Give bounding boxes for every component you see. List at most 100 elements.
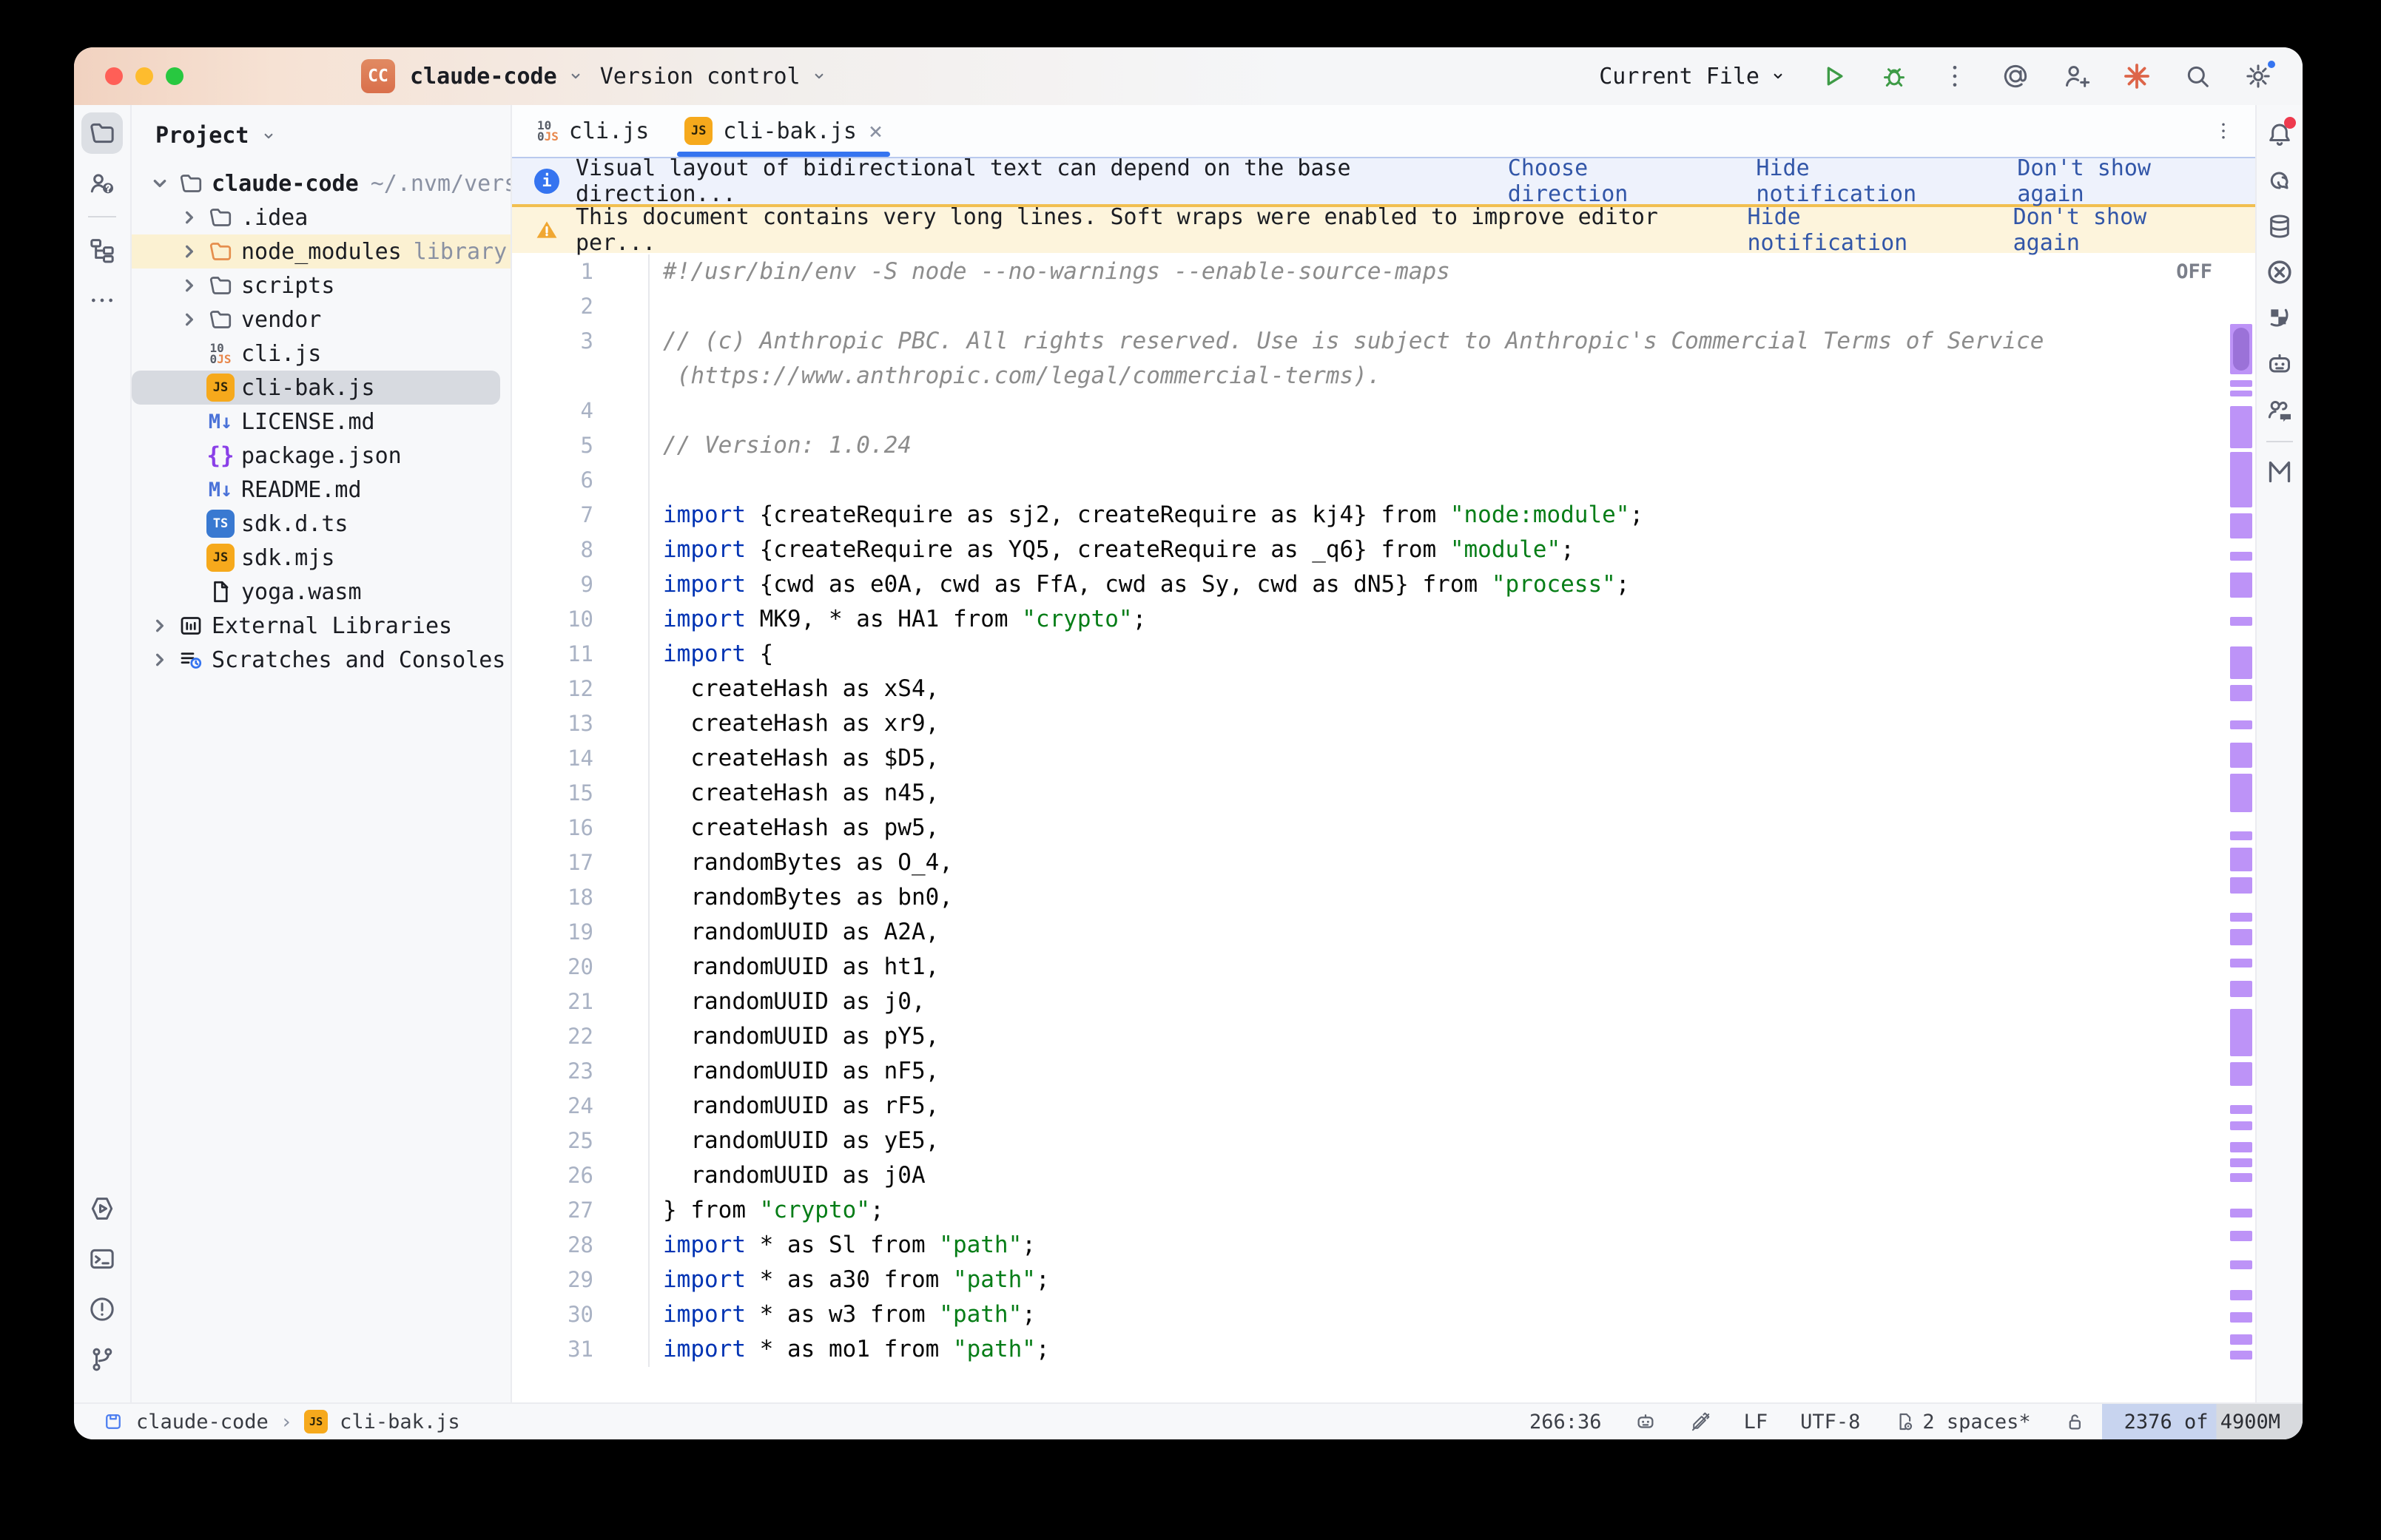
highlighting-level[interactable] — [1673, 1404, 1728, 1439]
memory-indicator[interactable]: 2376 of 4900M — [2102, 1404, 2303, 1439]
tree-item-readme-md[interactable]: M↓README.md — [132, 473, 511, 507]
code-line[interactable]: 6 — [512, 463, 2255, 498]
code-line[interactable]: 9import {cwd as e0A, cwd as FfA, cwd as … — [512, 567, 2255, 602]
banner-link-hide-notification[interactable]: Hide notification — [1747, 204, 1970, 256]
more-tools-button[interactable] — [81, 280, 123, 321]
code-line[interactable]: 5// Version: 1.0.24 — [512, 428, 2255, 463]
search-everywhere[interactable] — [2183, 61, 2212, 91]
code-line[interactable]: 29import * as a30 from "path"; — [512, 1263, 2255, 1297]
code-line[interactable]: 16 createHash as pw5, — [512, 811, 2255, 845]
ai-assistant-button[interactable] — [2260, 161, 2299, 200]
code-line[interactable]: 31import * as mo1 from "path"; — [512, 1332, 2255, 1367]
tab-list-menu[interactable] — [2212, 120, 2234, 142]
run-button[interactable] — [1819, 61, 1848, 91]
code-line[interactable]: 13 createHash as xr9, — [512, 706, 2255, 741]
chevron-right-icon[interactable] — [175, 305, 204, 334]
plugin-burst[interactable] — [2122, 61, 2152, 91]
settings[interactable] — [2243, 61, 2273, 91]
delta-plugin-button[interactable] — [2260, 299, 2299, 337]
mentions[interactable] — [2001, 61, 2030, 91]
indent-config[interactable]: 2 spaces* — [1876, 1404, 2047, 1439]
code-line[interactable]: 22 randomUUID as pY5, — [512, 1019, 2255, 1054]
code-line[interactable]: 21 randomUUID as j0, — [512, 985, 2255, 1019]
code-line[interactable]: 18 randomBytes as bn0, — [512, 880, 2255, 915]
database-button[interactable] — [2260, 207, 2299, 246]
caret-position[interactable]: 266:36 — [1513, 1404, 1618, 1439]
chevron-right-icon[interactable] — [145, 611, 175, 641]
copilot-status[interactable] — [1618, 1404, 1673, 1439]
code-line[interactable]: 7import {createRequire as sj2, createReq… — [512, 498, 2255, 533]
code-line[interactable]: 25 randomUUID as yE5, — [512, 1124, 2255, 1158]
code-line[interactable]: 1#!/usr/bin/env -S node --no-warnings --… — [512, 254, 2255, 289]
terminal-tool-button[interactable] — [81, 1238, 123, 1280]
code-line[interactable]: 11import { — [512, 637, 2255, 672]
chevron-right-icon[interactable] — [175, 271, 204, 300]
chevron-down-icon[interactable] — [145, 169, 175, 198]
code-line[interactable]: 23 randomUUID as nF5, — [512, 1054, 2255, 1089]
tree-item--idea[interactable]: .idea — [132, 200, 511, 234]
scrollbar-marks[interactable] — [2230, 287, 2252, 1402]
tree-item-yoga-wasm[interactable]: yoga.wasm — [132, 575, 511, 609]
debug-button[interactable] — [1879, 61, 1909, 91]
banner-link-hide-notification[interactable]: Hide notification — [1756, 155, 1974, 207]
x-plugin-button[interactable] — [2260, 253, 2299, 291]
code-with-me-button[interactable] — [2260, 391, 2299, 429]
run-tool-button[interactable] — [81, 1188, 123, 1229]
tree-item-scratches-and-consoles[interactable]: Scratches and Consoles — [132, 643, 511, 677]
code-line[interactable]: 12 createHash as xS4, — [512, 672, 2255, 706]
run-configuration-selector[interactable]: Current File — [1599, 64, 1788, 90]
project-panel-header[interactable]: Project — [132, 114, 511, 158]
code-line[interactable]: 4 — [512, 394, 2255, 428]
code-line[interactable]: (https://www.anthropic.com/legal/commerc… — [512, 359, 2255, 394]
code-line[interactable]: 2 — [512, 289, 2255, 324]
tree-item-claude-code[interactable]: claude-code~/.nvm/vers — [132, 166, 511, 200]
breadcrumb-file[interactable]: cli-bak.js — [340, 1411, 460, 1433]
copilot-button[interactable] — [2260, 345, 2299, 383]
banner-link-don-t-show-again[interactable]: Don't show again — [2013, 204, 2223, 256]
structure-tool-button[interactable] — [81, 229, 123, 271]
code-line[interactable]: 17 randomBytes as O_4, — [512, 845, 2255, 880]
tree-item-package-json[interactable]: {}package.json — [132, 439, 511, 473]
project-tool-button[interactable] — [81, 112, 123, 154]
code-line[interactable]: 19 randomUUID as A2A, — [512, 915, 2255, 950]
tree-item-cli-js[interactable]: 100JScli.js — [132, 337, 511, 371]
tab-cli-bak-js[interactable]: JScli-bak.js× — [667, 105, 900, 157]
tree-item-node-modules[interactable]: node_moduleslibrary — [132, 234, 511, 269]
file-encoding[interactable]: UTF-8 — [1784, 1404, 1876, 1439]
minimize-window-button[interactable] — [135, 67, 153, 85]
more-actions[interactable] — [1940, 61, 1970, 91]
tree-item-vendor[interactable]: vendor — [132, 303, 511, 337]
close-tab-icon[interactable]: × — [869, 117, 883, 145]
code-line[interactable]: 10import MK9, * as HA1 from "crypto"; — [512, 602, 2255, 637]
code-line[interactable]: 24 randomUUID as rF5, — [512, 1089, 2255, 1124]
banner-link-don-t-show-again[interactable]: Don't show again — [2017, 155, 2223, 207]
maven-button[interactable] — [2260, 453, 2299, 491]
code-line[interactable]: 20 randomUUID as ht1, — [512, 950, 2255, 985]
tree-item-license-md[interactable]: M↓LICENSE.md — [132, 405, 511, 439]
tree-item-cli-bak-js[interactable]: JScli-bak.js — [132, 371, 500, 405]
tree-item-sdk-mjs[interactable]: JSsdk.mjs — [132, 541, 511, 575]
close-window-button[interactable] — [105, 67, 123, 85]
notifications-button[interactable] — [2260, 115, 2299, 154]
code-area[interactable]: 1#!/usr/bin/env -S node --no-warnings --… — [512, 253, 2255, 1402]
add-user[interactable] — [2061, 61, 2091, 91]
breadcrumb-project[interactable]: claude-code — [136, 1411, 269, 1433]
code-line[interactable]: 3// (c) Anthropic PBC. All rights reserv… — [512, 324, 2255, 359]
tree-item-external-libraries[interactable]: External Libraries — [132, 609, 511, 643]
code-line[interactable]: 30import * as w3 from "path"; — [512, 1297, 2255, 1332]
banner-link-choose-direction[interactable]: Choose direction — [1508, 155, 1714, 207]
chevron-right-icon[interactable] — [175, 203, 204, 232]
zoom-window-button[interactable] — [166, 67, 183, 85]
git-tool-button[interactable] — [81, 1339, 123, 1380]
chevron-right-icon[interactable] — [175, 237, 204, 266]
project-switcher[interactable]: claude-code — [410, 64, 585, 90]
code-line[interactable]: 28import * as Sl from "path"; — [512, 1228, 2255, 1263]
vcs-widget[interactable]: Version control — [600, 64, 829, 90]
code-line[interactable]: 15 createHash as n45, — [512, 776, 2255, 811]
code-line[interactable]: 8import {createRequire as YQ5, createReq… — [512, 533, 2255, 567]
chevron-right-icon[interactable] — [145, 645, 175, 675]
vcs-tool-button[interactable] — [81, 163, 123, 204]
tree-item-sdk-d-ts[interactable]: TSsdk.d.ts — [132, 507, 511, 541]
code-line[interactable]: 26 randomUUID as j0A — [512, 1158, 2255, 1193]
scrollbar-thumb[interactable] — [2233, 328, 2249, 371]
